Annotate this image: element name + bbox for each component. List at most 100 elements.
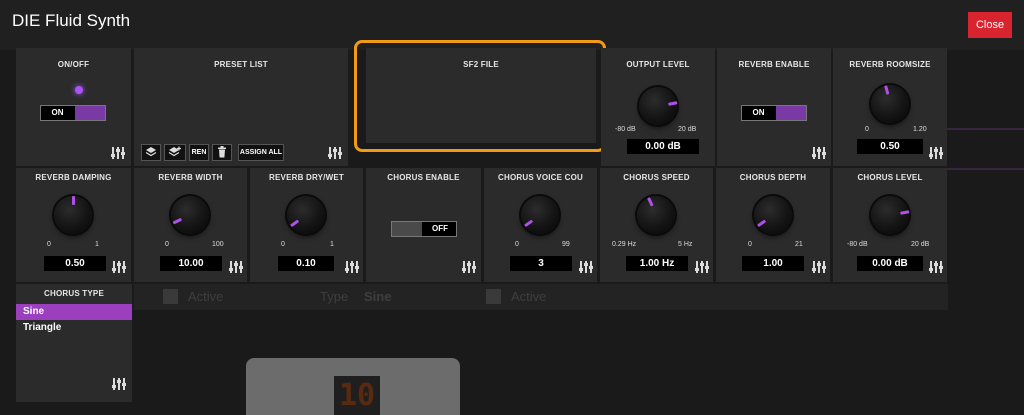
rename-preset-button[interactable]: REN <box>189 144 209 161</box>
chorus-enable-toggle[interactable]: OFF <box>391 221 457 237</box>
chorus-type-option-sine[interactable]: Sine <box>16 304 132 320</box>
chorus-level-panel: CHORUS LEVEL -80 dB 20 dB 0.00 dB <box>833 168 947 282</box>
chorus-type-panel: CHORUS TYPE Sine Triangle <box>16 284 132 402</box>
assign-all-button[interactable]: ASSIGN ALL <box>238 144 284 161</box>
panel-title: REVERB DAMPING <box>35 173 112 182</box>
param-settings-icon[interactable] <box>929 146 943 160</box>
param-settings-icon[interactable] <box>345 260 359 274</box>
param-settings-icon[interactable] <box>812 146 826 160</box>
range-max: 1.20 <box>913 126 927 133</box>
range-min: 0 <box>748 241 752 248</box>
chorus-voice-count-value[interactable]: 3 <box>510 256 572 271</box>
range-max: 20 dB <box>911 241 930 248</box>
chorus-depth-panel: CHORUS DEPTH 0 21 1.00 <box>716 168 830 282</box>
range-min: 0 <box>865 126 869 133</box>
range-max: 1 <box>330 241 334 248</box>
range-max: 1 <box>95 241 99 248</box>
panel-title: CHORUS LEVEL <box>857 173 923 182</box>
panel-title: REVERB DRY/WET <box>269 173 344 182</box>
range-max: 20 dB <box>678 126 697 133</box>
load-preset-button[interactable] <box>141 144 161 161</box>
output-level-knob[interactable] <box>639 87 677 125</box>
param-settings-icon[interactable] <box>112 377 126 391</box>
panel-title: ON/OFF <box>57 60 90 69</box>
toggle-label: ON <box>752 108 765 117</box>
trash-icon <box>218 146 226 158</box>
param-settings-icon[interactable] <box>328 146 342 160</box>
range-min: -80 dB <box>847 241 868 248</box>
delete-preset-button[interactable] <box>212 144 232 161</box>
background-type-label: Type <box>320 289 349 304</box>
output-level-panel: OUTPUT LEVEL -80 dB 20 dB 0.00 dB <box>601 48 715 166</box>
highlight-outline <box>354 40 606 152</box>
toggle-label: OFF <box>432 224 448 233</box>
reverb-width-panel: REVERB WIDTH 0 100 10.00 <box>134 168 247 282</box>
param-settings-icon[interactable] <box>812 260 826 274</box>
range-max: 99 <box>562 241 570 248</box>
on-off-panel: ON/OFF ON <box>16 48 131 166</box>
reverb-damping-panel: REVERB DAMPING 0 1 0.50 <box>16 168 131 282</box>
param-settings-icon[interactable] <box>112 260 126 274</box>
reverb-enable-panel: REVERB ENABLE ON <box>717 48 831 166</box>
range-min: -80 dB <box>615 126 636 133</box>
panel-title: PRESET LIST <box>214 60 268 69</box>
toggle-thumb <box>75 106 105 120</box>
background-wire <box>945 168 1024 170</box>
panel-title: CHORUS SPEED <box>623 173 690 182</box>
param-settings-icon[interactable] <box>229 260 243 274</box>
chorus-enable-panel: CHORUS ENABLE OFF <box>366 168 481 282</box>
range-min: 0 <box>165 241 169 248</box>
panel-title: CHORUS VOICE COU <box>498 173 583 182</box>
add-preset-button[interactable] <box>164 144 186 161</box>
reverb-drywet-value[interactable]: 0.10 <box>278 256 334 271</box>
background-digit-display: 10 <box>334 376 380 415</box>
chorus-speed-value[interactable]: 1.00 Hz <box>626 256 688 271</box>
range-max: 21 <box>795 241 803 248</box>
background-active-label: Active <box>188 289 224 304</box>
range-min: 0 <box>281 241 285 248</box>
reverb-width-value[interactable]: 10.00 <box>160 256 222 271</box>
reverb-roomsize-knob[interactable] <box>871 85 909 123</box>
chorus-level-value[interactable]: 0.00 dB <box>857 256 923 271</box>
panel-title: CHORUS TYPE <box>44 289 104 298</box>
reverb-damping-knob[interactable] <box>54 196 92 234</box>
chorus-depth-knob[interactable] <box>754 196 792 234</box>
reverb-roomsize-panel: REVERB ROOMSIZE 0 1.20 0.50 <box>833 48 947 166</box>
chorus-depth-value[interactable]: 1.00 <box>742 256 804 271</box>
panel-title: CHORUS ENABLE <box>387 173 460 182</box>
param-settings-icon[interactable] <box>579 260 593 274</box>
param-settings-icon[interactable] <box>929 260 943 274</box>
on-off-toggle[interactable]: ON <box>40 105 106 121</box>
range-min: 0 <box>47 241 51 248</box>
param-settings-icon[interactable] <box>462 260 476 274</box>
panel-title: REVERB ENABLE <box>738 60 810 69</box>
window-title: DIE Fluid Synth <box>12 11 131 30</box>
background-checkbox <box>486 289 501 304</box>
reverb-damping-value[interactable]: 0.50 <box>44 256 106 271</box>
reverb-drywet-knob[interactable] <box>287 196 325 234</box>
output-level-value[interactable]: 0.00 dB <box>627 139 699 154</box>
param-settings-icon[interactable] <box>695 260 709 274</box>
background-checkbox <box>163 289 178 304</box>
chorus-type-option-triangle[interactable]: Triangle <box>16 320 132 336</box>
chorus-speed-panel: CHORUS SPEED 0.29 Hz 5 Hz 1.00 Hz <box>600 168 713 282</box>
chorus-voice-count-knob[interactable] <box>521 196 559 234</box>
range-max: 100 <box>212 241 224 248</box>
reverb-enable-toggle[interactable]: ON <box>741 105 807 121</box>
toggle-label: ON <box>51 108 64 117</box>
range-min: 0.29 Hz <box>612 241 637 248</box>
reverb-drywet-panel: REVERB DRY/WET 0 1 0.10 <box>250 168 363 282</box>
reverb-width-knob[interactable] <box>171 196 209 234</box>
background-wire <box>945 128 1024 130</box>
chorus-voice-count-panel: CHORUS VOICE COU 0 99 3 <box>484 168 597 282</box>
range-min: 0 <box>515 241 519 248</box>
background-type-value: Sine <box>364 289 392 304</box>
close-button[interactable]: Close <box>968 12 1012 38</box>
chorus-level-knob[interactable] <box>871 196 909 234</box>
param-settings-icon[interactable] <box>111 146 125 160</box>
chorus-speed-knob[interactable] <box>637 196 675 234</box>
panel-title: OUTPUT LEVEL <box>626 60 690 69</box>
background-active-label: Active <box>511 289 547 304</box>
panel-title: REVERB WIDTH <box>158 173 223 182</box>
reverb-roomsize-value[interactable]: 0.50 <box>857 139 923 154</box>
